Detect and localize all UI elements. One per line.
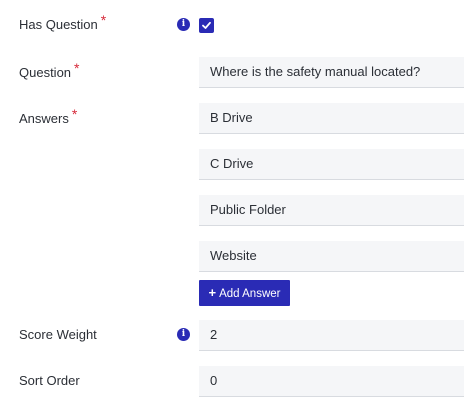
answer-input[interactable]: B Drive <box>199 103 464 134</box>
answers-label-text: Answers <box>19 111 69 126</box>
required-marker: * <box>71 106 78 122</box>
add-answer-button[interactable]: + Add Answer <box>199 280 290 306</box>
plus-icon: + <box>208 285 217 300</box>
has-question-checkbox[interactable] <box>199 18 214 33</box>
required-marker: * <box>74 60 80 76</box>
question-label-text: Question <box>19 65 72 80</box>
info-icon[interactable]: i <box>177 18 190 31</box>
has-question-label-text: Has Question <box>19 17 98 32</box>
score-weight-label: Score Weight <box>19 327 97 342</box>
sort-order-label: Sort Order <box>19 373 80 388</box>
answer-input[interactable]: C Drive <box>199 149 464 180</box>
question-label: Question * <box>19 60 80 81</box>
score-weight-input[interactable]: 2 <box>199 320 464 351</box>
add-answer-label: Add Answer <box>219 288 281 300</box>
sort-order-input[interactable]: 0 <box>199 366 464 397</box>
has-question-label: Has Question * <box>19 12 106 33</box>
checkmark-icon <box>202 21 211 29</box>
question-input[interactable]: Where is the safety manual located? <box>199 57 464 88</box>
answers-label: Answers * <box>19 106 77 127</box>
answer-input[interactable]: Website <box>199 241 464 272</box>
required-marker: * <box>100 12 107 28</box>
info-icon[interactable]: i <box>177 328 190 341</box>
answer-input[interactable]: Public Folder <box>199 195 464 226</box>
